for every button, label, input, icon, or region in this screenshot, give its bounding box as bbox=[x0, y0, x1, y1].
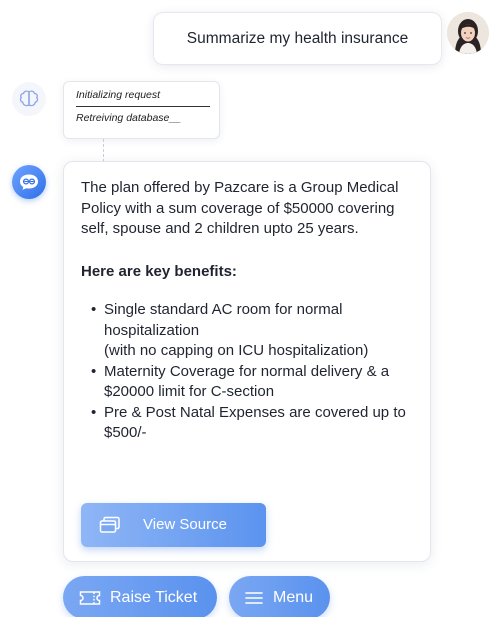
processing-status-box: Initializing request Retreiving database… bbox=[63, 81, 220, 139]
benefit-item: Single standard AC room for normal hospi… bbox=[91, 300, 416, 362]
raise-ticket-button[interactable]: Raise Ticket bbox=[63, 576, 217, 617]
benefit-text: Maternity Coverage for normal delivery &… bbox=[104, 362, 390, 401]
dashed-connector bbox=[103, 139, 104, 162]
raise-ticket-label: Raise Ticket bbox=[110, 588, 198, 606]
view-source-label: View Source bbox=[143, 515, 227, 533]
window-stack-icon bbox=[99, 516, 120, 533]
answer-intro: The plan offered by Pazcare is a Group M… bbox=[81, 179, 399, 237]
user-message-bubble: Summarize my health insurance bbox=[153, 12, 442, 65]
user-message-text: Summarize my health insurance bbox=[186, 29, 409, 47]
bot-chat-icon bbox=[12, 165, 46, 199]
benefit-item: Maternity Coverage for normal delivery &… bbox=[91, 362, 416, 403]
benefit-note: (with no capping on ICU hospitalization) bbox=[104, 342, 369, 359]
bot-answer-card: The plan offered by Pazcare is a Group M… bbox=[63, 161, 431, 562]
benefits-heading: Here are key benefits: bbox=[81, 262, 237, 280]
hamburger-menu-icon bbox=[245, 591, 263, 604]
benefit-text: Single standard AC room for normal hospi… bbox=[104, 301, 343, 339]
benefit-text: Pre & Post Natal Expenses are covered up… bbox=[104, 403, 406, 442]
menu-label: Menu bbox=[273, 588, 314, 606]
ticket-icon bbox=[79, 590, 101, 605]
view-source-button[interactable]: View Source bbox=[81, 503, 266, 547]
status-step-initializing: Initializing request bbox=[76, 89, 210, 107]
menu-button[interactable]: Menu bbox=[229, 576, 330, 617]
brain-icon bbox=[12, 82, 46, 116]
benefit-list: Single standard AC room for normal hospi… bbox=[81, 300, 416, 444]
avatar bbox=[447, 12, 489, 54]
benefit-item: Pre & Post Natal Expenses are covered up… bbox=[91, 403, 416, 444]
status-step-retrieving: Retreiving database__ bbox=[76, 112, 182, 124]
